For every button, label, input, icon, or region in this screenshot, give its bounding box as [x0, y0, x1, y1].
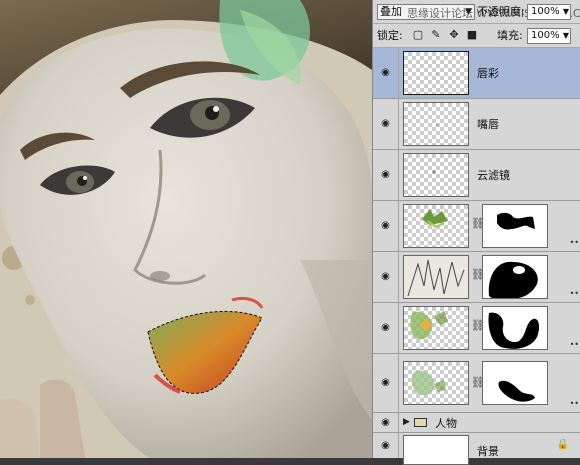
more-indicator: ••	[569, 399, 579, 408]
layer-thumbnail[interactable]	[403, 204, 469, 248]
layer-row[interactable]: ◉ 嘴唇	[373, 99, 580, 150]
artwork-image	[0, 0, 372, 458]
lock-all-icon[interactable]: ■	[465, 28, 479, 42]
visibility-eye-icon[interactable]: ◉	[373, 252, 399, 302]
layer-thumbnail[interactable]	[403, 51, 469, 95]
opacity-input[interactable]: 100% ▼	[527, 4, 571, 20]
layer-thumbnail[interactable]	[403, 153, 469, 197]
layer-name: 云滤镜	[477, 169, 510, 182]
layer-thumbnail[interactable]	[403, 435, 469, 465]
visibility-eye-icon[interactable]: ◉	[373, 48, 399, 98]
layer-row[interactable]: ◉ ⛓ ••	[373, 201, 580, 252]
visibility-eye-icon[interactable]: ◉	[373, 303, 399, 353]
layer-group-row[interactable]: ◉ ▶ 人物	[373, 413, 580, 433]
expand-triangle-icon[interactable]: ▶	[403, 417, 410, 427]
layer-row[interactable]: ◉ ⛓ ••	[373, 252, 580, 303]
layer-row[interactable]: ◉ 唇彩	[373, 48, 580, 99]
more-indicator: ••	[569, 238, 579, 247]
visibility-eye-icon[interactable]: ◉	[373, 354, 399, 412]
layer-thumbnail[interactable]	[403, 361, 469, 405]
layer-name: 嘴唇	[477, 118, 499, 131]
layer-mask-thumbnail[interactable]	[482, 255, 548, 299]
layer-mask-thumbnail[interactable]	[482, 306, 548, 350]
layer-row[interactable]: ◉ ⛓ ••	[373, 354, 580, 413]
group-name: 人物	[435, 417, 457, 430]
document-canvas[interactable]	[0, 0, 372, 458]
layers-panel-lock-row: 锁定: ▢ ✎ ✥ ■ 填充: 100% ▼	[373, 24, 580, 48]
lock-icon: 🔒	[556, 439, 569, 450]
lock-position-icon[interactable]: ✥	[447, 28, 461, 42]
opacity-label: 不透明度:	[477, 5, 525, 18]
visibility-eye-icon[interactable]: ◉	[373, 413, 399, 432]
layer-thumbnail[interactable]	[403, 255, 469, 299]
more-indicator: ••	[569, 289, 579, 298]
layer-mask-thumbnail[interactable]	[482, 204, 548, 248]
fill-value: 100%	[531, 30, 560, 41]
opacity-value: 100%	[531, 6, 560, 17]
lock-transparent-pixels-icon[interactable]: ▢	[411, 28, 425, 42]
layer-row[interactable]: ◉ 云滤镜	[373, 150, 580, 201]
visibility-eye-icon[interactable]: ◉	[373, 201, 399, 251]
more-indicator: ••	[569, 340, 579, 349]
visibility-eye-icon[interactable]: ◉	[373, 150, 399, 200]
layers-panel-options-row: 叠加 ▼ 思缘设计论坛 WWW.MISSVUAN.COM 不透明度: 100% …	[373, 0, 580, 24]
lock-image-pixels-icon[interactable]: ✎	[429, 28, 443, 42]
lock-label: 锁定:	[377, 29, 403, 42]
visibility-eye-icon[interactable]: ◉	[373, 99, 399, 149]
layer-thumbnail[interactable]	[403, 102, 469, 146]
background-layer-row[interactable]: ◉ 背景 🔒	[373, 433, 580, 465]
layer-thumbnail[interactable]	[403, 306, 469, 350]
layer-name: 背景	[477, 445, 499, 458]
chevron-down-icon: ▼	[562, 7, 569, 16]
layer-mask-thumbnail[interactable]	[482, 361, 548, 405]
layers-panel: 叠加 ▼ 思缘设计论坛 WWW.MISSVUAN.COM 不透明度: 100% …	[372, 0, 580, 465]
visibility-eye-icon[interactable]: ◉	[373, 433, 399, 458]
layer-name: 唇彩	[477, 67, 499, 80]
folder-icon	[414, 418, 427, 427]
chevron-down-icon: ▼	[562, 31, 569, 40]
blend-mode-value: 叠加	[380, 5, 402, 18]
fill-label: 填充:	[497, 29, 523, 42]
layer-row[interactable]: ◉ ⛓ ••	[373, 303, 580, 354]
fill-input[interactable]: 100% ▼	[527, 28, 571, 44]
